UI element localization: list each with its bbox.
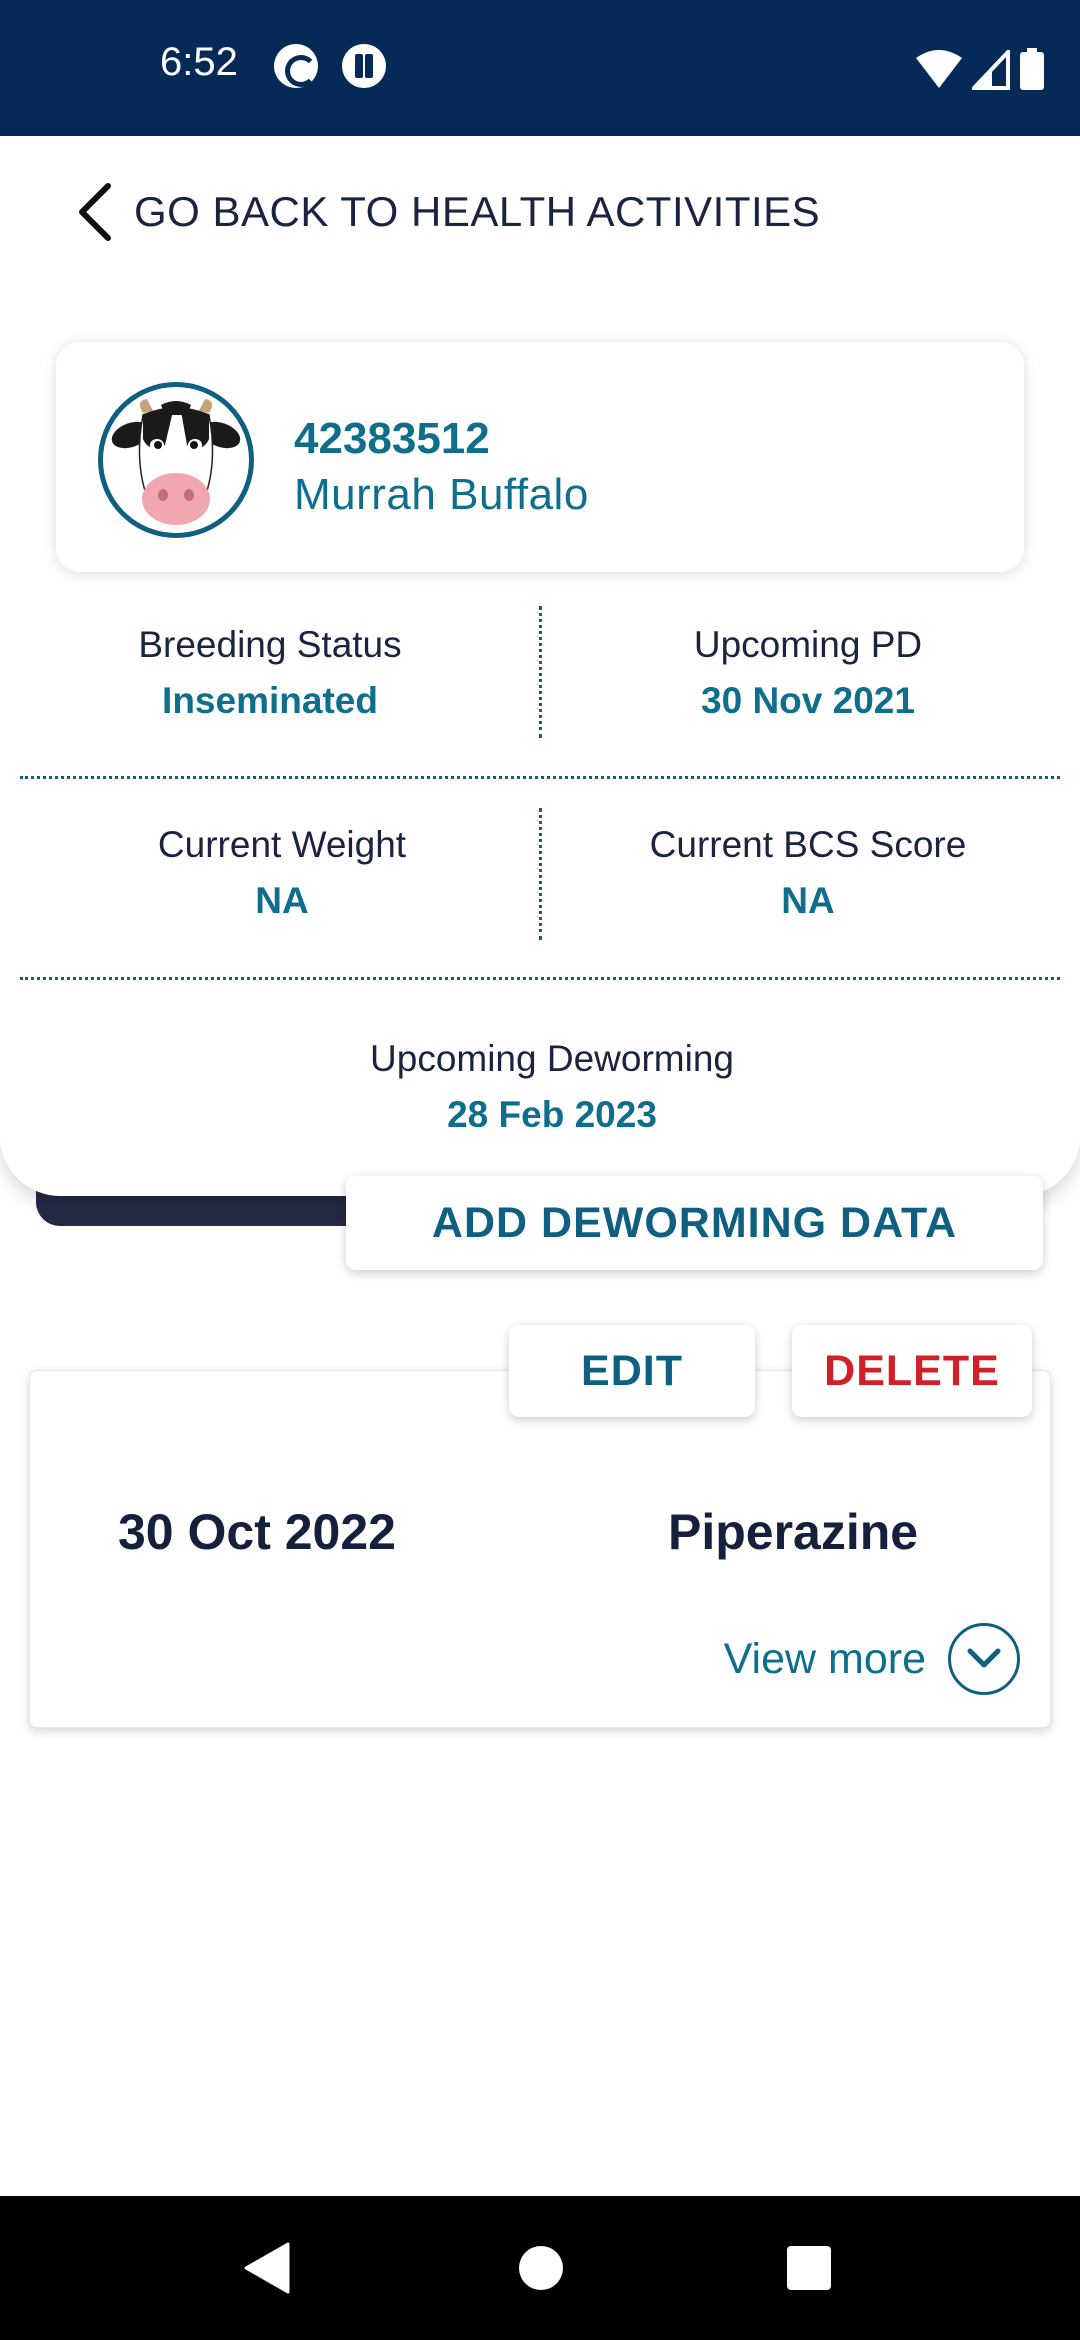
- animal-breed: Murrah Buffalo: [294, 470, 589, 519]
- chevron-down-icon: [948, 1623, 1020, 1695]
- view-more-label: View more: [723, 1634, 926, 1683]
- navigation-bar: [0, 2196, 1080, 2340]
- upcoming-deworming-label: Upcoming Deworming: [370, 1038, 734, 1079]
- divider-horizontal: [20, 977, 1060, 980]
- animal-card: 42383512 Murrah Buffalo: [56, 342, 1024, 572]
- current-bcs-score: Current BCS Score NA: [598, 824, 1018, 922]
- current-bcs-value: NA: [781, 880, 835, 921]
- view-more-button[interactable]: View more: [724, 1623, 1020, 1695]
- divider-horizontal: [20, 776, 1060, 779]
- back-label: GO BACK TO HEALTH ACTIVITIES: [134, 188, 821, 235]
- animal-id: 42383512: [294, 414, 490, 463]
- upcoming-pd-value: 30 Nov 2021: [701, 680, 915, 721]
- chevron-left-icon: [79, 183, 111, 241]
- home-nav-icon[interactable]: [518, 2242, 564, 2294]
- app-icon: [342, 44, 386, 88]
- add-deworming-button[interactable]: ADD DEWORMING DATA: [346, 1176, 1043, 1270]
- signal-icon: [972, 50, 1010, 90]
- deworming-record-card: 30 Oct 2022 Piperazine View more: [29, 1370, 1051, 1728]
- cow-face-icon: [98, 382, 254, 538]
- record-medicine: Piperazine: [668, 1504, 919, 1560]
- current-weight-value: NA: [255, 880, 309, 921]
- upcoming-deworming: Upcoming Deworming 28 Feb 2023: [252, 1038, 852, 1136]
- wifi-icon: [916, 50, 962, 88]
- record-date: 30 Oct 2022: [118, 1504, 396, 1560]
- current-bcs-label: Current BCS Score: [649, 824, 967, 865]
- battery-icon: [1020, 48, 1044, 90]
- current-weight: Current Weight NA: [72, 824, 492, 922]
- current-weight-label: Current Weight: [157, 824, 407, 865]
- recents-nav-icon[interactable]: [786, 2242, 832, 2294]
- breeding-status: Breeding Status Inseminated: [60, 624, 480, 722]
- sync-icon: [274, 44, 318, 88]
- status-time: 6:52: [160, 40, 238, 84]
- edit-button[interactable]: EDIT: [509, 1325, 755, 1417]
- breeding-status-label: Breeding Status: [138, 624, 402, 665]
- status-bar: 6:52: [0, 0, 1080, 136]
- upcoming-deworming-value: 28 Feb 2023: [447, 1094, 657, 1135]
- upcoming-pd-label: Upcoming PD: [693, 624, 923, 665]
- upcoming-pd: Upcoming PD 30 Nov 2021: [598, 624, 1018, 722]
- system-icons: [916, 46, 1044, 90]
- divider-vertical: [539, 606, 542, 738]
- back-nav-icon[interactable]: [244, 2242, 290, 2294]
- divider-vertical: [539, 808, 542, 940]
- breeding-status-value: Inseminated: [162, 680, 378, 721]
- delete-button[interactable]: DELETE: [792, 1325, 1032, 1417]
- back-button[interactable]: GO BACK TO HEALTH ACTIVITIES: [76, 180, 820, 244]
